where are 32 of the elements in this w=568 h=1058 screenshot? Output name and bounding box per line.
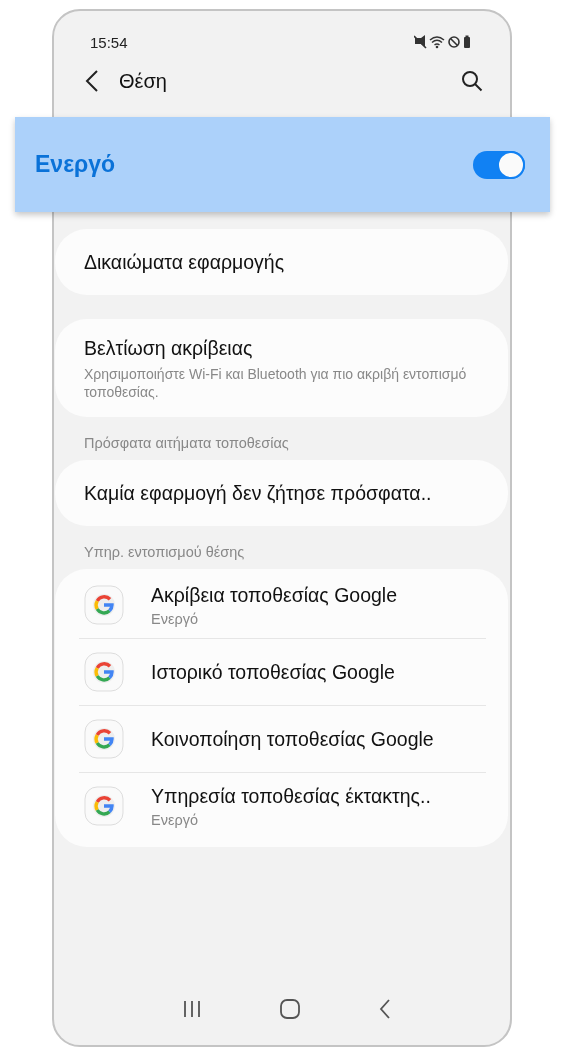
google-g-icon xyxy=(84,786,124,826)
menu-card[interactable]: Δικαιώματα εφαρμογής xyxy=(55,229,508,295)
status-icons xyxy=(414,35,472,49)
section-heading: Υπηρ. εντοπισμού θέσης xyxy=(83,543,246,562)
home-icon[interactable] xyxy=(280,999,300,1019)
toggle-switch[interactable] xyxy=(473,150,525,179)
recent-apps-icon[interactable] xyxy=(183,1000,202,1018)
menu-item-description: Χρησιμοποιήστε Wi-Fi και Bluetooth για πιο ακριβή εντοπισμό τοποθεσίας. xyxy=(84,365,468,401)
google-g-icon xyxy=(84,719,124,759)
menu-item-title: Βελτίωση ακρίβειας xyxy=(84,337,254,360)
switch-label: Ενεργό xyxy=(35,151,116,178)
google-g-icon xyxy=(84,652,124,692)
empty-message: Καμία εφαρμογή δεν ζήτησε πρόσφατα.. xyxy=(84,481,433,505)
service-title: Υπηρεσία τοποθεσίας έκτακτης.. xyxy=(151,784,431,808)
service-item[interactable]: Υπηρεσία τοποθεσίας έκτακτης.. Ενεργό xyxy=(55,775,508,837)
service-title: Ακρίβεια τοποθεσίας Google xyxy=(151,583,397,607)
google-g-icon xyxy=(84,585,124,625)
service-item[interactable]: Ιστορικό τοποθεσίας Google xyxy=(55,641,508,703)
service-item[interactable]: Ακρίβεια τοποθεσίας Google Ενεργό xyxy=(55,574,508,636)
service-item[interactable]: Κοινοποίηση τοποθεσίας Google xyxy=(55,708,508,770)
menu-card[interactable]: Βελτίωση ακρίβειας Χρησιμοποιήστε Wi-Fi και Bluetooth για πιο ακριβή εντοπισμό τοποθεσίας. xyxy=(55,319,508,417)
back-icon[interactable] xyxy=(85,69,99,93)
status-time: 15:54 xyxy=(90,33,128,51)
service-status: Ενεργό xyxy=(151,610,199,627)
page-title: Θέση xyxy=(119,69,168,93)
back-icon[interactable] xyxy=(378,999,391,1019)
service-title: Ιστορικό τοποθεσίας Google xyxy=(151,660,395,684)
service-status: Ενεργό xyxy=(151,811,199,828)
service-title: Κοινοποίηση τοποθεσίας Google xyxy=(151,727,434,751)
section-heading: Πρόσφατα αιτήματα τοποθεσίας xyxy=(83,434,290,453)
menu-item-title: Δικαιώματα εφαρμογής xyxy=(84,250,286,274)
search-icon[interactable] xyxy=(461,70,483,92)
